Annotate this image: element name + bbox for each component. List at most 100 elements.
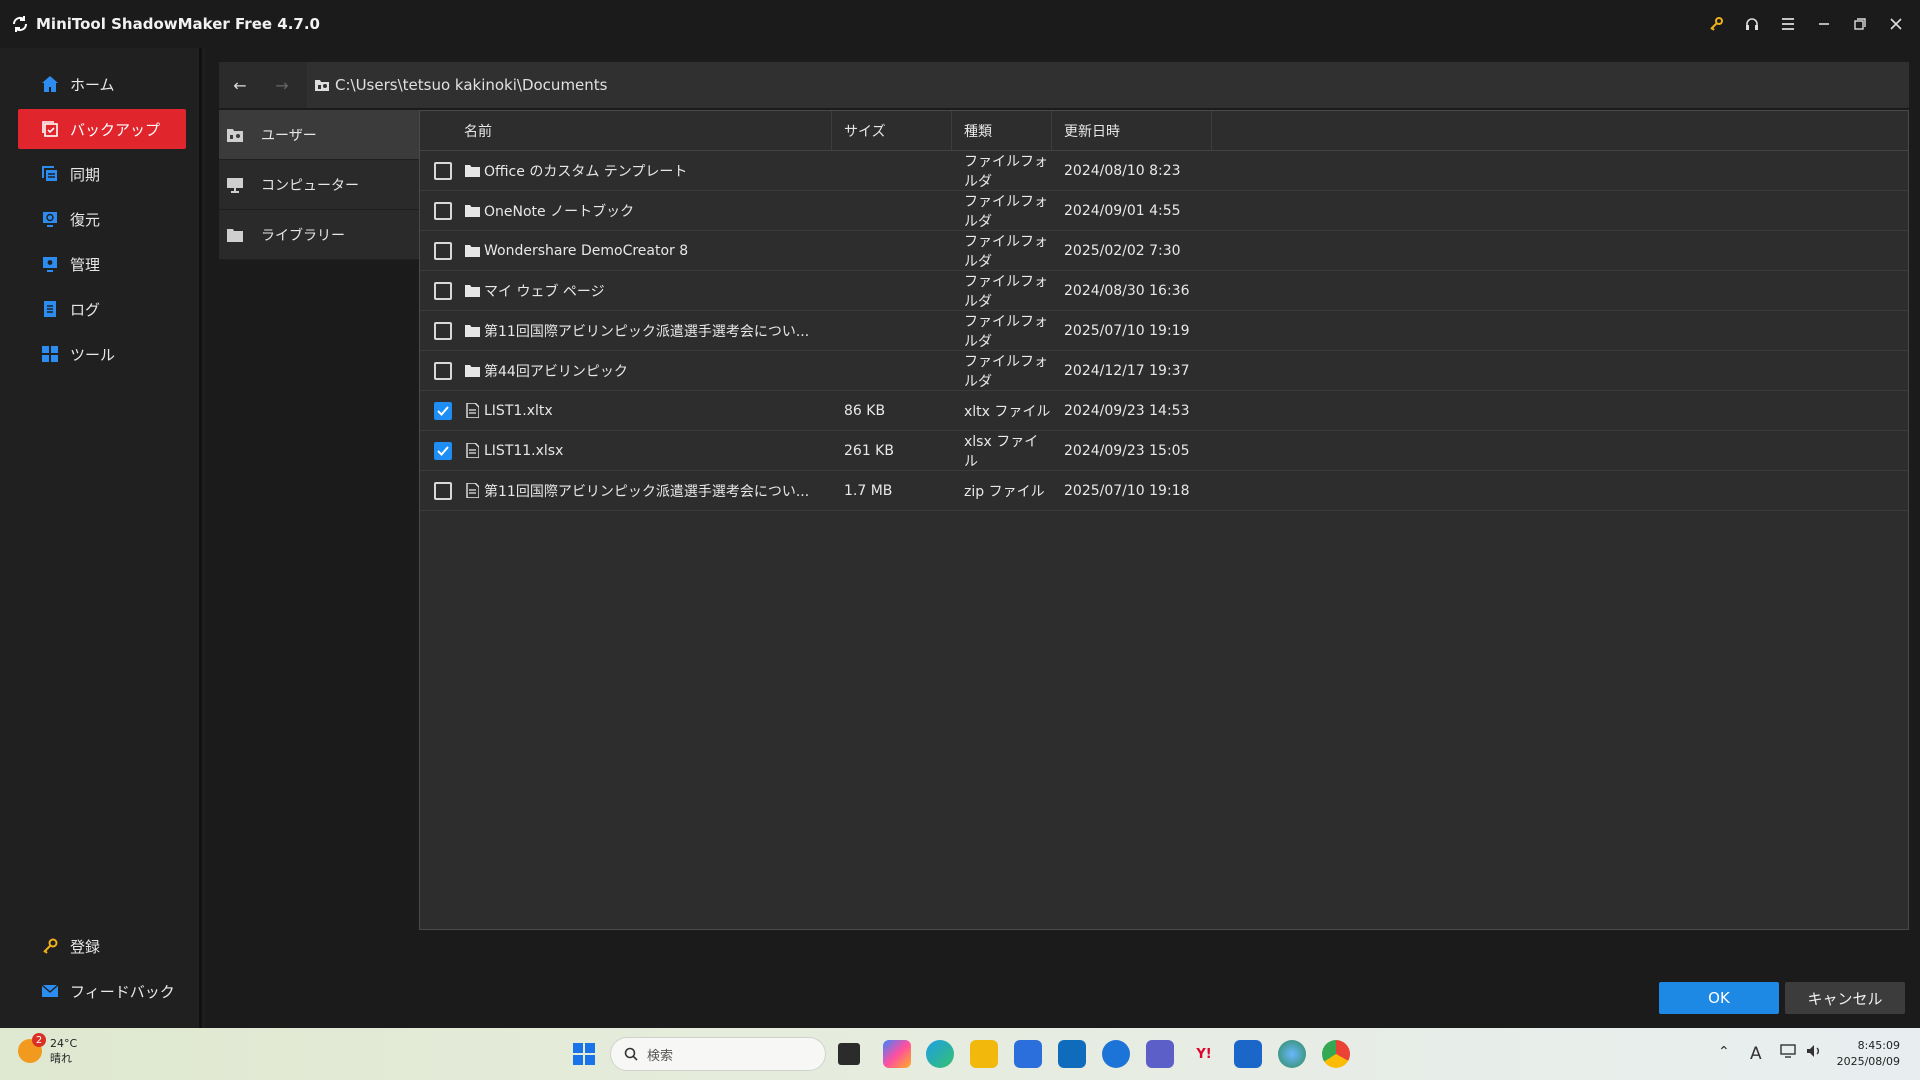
table-row[interactable]: OneNote ノートブック ファイルフォルダ 2024/09/01 4:55 — [420, 191, 1908, 231]
volume-icon[interactable] — [1806, 1044, 1822, 1058]
sidebar: ホーム バックアップ 同期 復元 管理 ログ ツール 登録 フィードバック — [0, 48, 202, 1028]
search-placeholder: 検索 — [647, 1048, 674, 1064]
cancel-button[interactable]: キャンセル — [1785, 982, 1905, 1014]
table-row[interactable]: LIST11.xlsx 261 KB xlsx ファイル 2024/09/23 15:… — [420, 431, 1908, 471]
row-checkbox[interactable] — [434, 161, 452, 180]
table-row[interactable]: Wondershare DemoCreator 8 ファイルフォルダ 2025/02… — [420, 231, 1908, 271]
column-header-type[interactable]: 種類 — [952, 111, 1052, 150]
ok-button[interactable]: OK — [1659, 982, 1779, 1014]
menu-icon[interactable] — [1770, 0, 1806, 48]
row-checkbox[interactable] — [434, 201, 452, 220]
file-type: xltx ファイル — [964, 403, 1051, 420]
current-path: C:\Users\tetsuo kakinoki\Documents — [335, 76, 608, 94]
row-checkbox[interactable] — [434, 481, 452, 500]
row-checkbox[interactable] — [434, 241, 452, 260]
file-icon — [464, 443, 480, 459]
file-explorer-icon[interactable] — [970, 1040, 998, 1068]
table-row[interactable]: 第11回国際アビリンピック派遣選手選考会につい... ファイルフォルダ 2025/0… — [420, 311, 1908, 351]
window-title: MiniTool ShadowMaker Free 4.7.0 — [36, 15, 320, 33]
file-size: 1.7 MB — [844, 482, 893, 499]
sidebar-item-tools[interactable]: ツール — [18, 334, 186, 374]
teams-icon[interactable] — [1146, 1040, 1174, 1068]
table-row[interactable]: 第44回アビリンピック ファイルフォルダ 2024/12/17 19:37 — [420, 351, 1908, 391]
table-row[interactable]: LIST1.xltx 86 KB xltx ファイル 2024/09/23 14:53 — [420, 391, 1908, 431]
table-row[interactable]: マイ ウェブ ページ ファイルフォルダ 2024/08/30 16:36 — [420, 271, 1908, 311]
windows-start-icon[interactable] — [572, 1042, 596, 1066]
temperature: 24°C — [50, 1037, 78, 1050]
shield-app-icon[interactable] — [1102, 1040, 1130, 1068]
row-checkbox[interactable] — [434, 401, 452, 420]
sidebar-item-restore[interactable]: 復元 — [18, 199, 186, 239]
title-bar: MiniTool ShadowMaker Free 4.7.0 — [0, 0, 1920, 48]
file-size: 261 KB — [844, 442, 894, 459]
task-view-icon[interactable] — [838, 1043, 860, 1065]
user-folder-icon — [313, 76, 331, 94]
source-item-user[interactable]: ユーザー — [219, 110, 419, 160]
file-type: ファイルフォルダ — [964, 153, 1048, 190]
globe-app-icon[interactable] — [1278, 1040, 1306, 1068]
row-checkbox[interactable] — [434, 361, 452, 380]
row-checkbox[interactable] — [434, 281, 452, 300]
store-icon[interactable] — [1014, 1040, 1042, 1068]
weather-condition: 晴れ — [50, 1052, 72, 1065]
path-input[interactable]: C:\Users\tetsuo kakinoki\Documents — [307, 62, 1909, 108]
sidebar-item-backup[interactable]: バックアップ — [18, 109, 186, 149]
file-name: 第11回国際アビリンピック派遣選手選考会につい... — [484, 323, 810, 340]
edge-icon[interactable] — [926, 1040, 954, 1068]
taskbar-search[interactable]: 検索 — [610, 1037, 826, 1071]
path-bar: ← → C:\Users\tetsuo kakinoki\Documents — [219, 62, 1909, 108]
outlook-icon[interactable] — [1058, 1040, 1086, 1068]
sidebar-item-register[interactable]: 登録 — [18, 926, 186, 966]
file-date: 2025/07/10 19:19 — [1064, 322, 1190, 339]
sun-icon: 2 — [18, 1033, 46, 1063]
weather-widget[interactable]: 2 24°C 晴れ — [18, 1033, 78, 1066]
table-row[interactable]: 第11回国際アビリンピック派遣選手選考会につい... 1.7 MB zip ファイル… — [420, 471, 1908, 511]
minimize-icon[interactable] — [1806, 0, 1842, 48]
file-date: 2025/07/10 19:18 — [1064, 482, 1190, 499]
table-row[interactable]: Office のカスタム テンプレート ファイルフォルダ 2024/08/10 8:… — [420, 151, 1908, 191]
back-button[interactable]: ← — [219, 62, 261, 108]
close-icon[interactable] — [1878, 0, 1914, 48]
file-date: 2024/12/17 19:37 — [1064, 362, 1190, 379]
key-icon[interactable] — [1698, 0, 1734, 48]
source-label: ライブラリー — [261, 227, 345, 244]
ime-indicator[interactable]: A — [1750, 1044, 1762, 1064]
copilot-icon[interactable] — [883, 1040, 911, 1068]
yahoo-icon[interactable]: Y! — [1190, 1040, 1218, 1068]
search-icon — [623, 1046, 639, 1062]
file-name: 第11回国際アビリンピック派遣選手選考会につい... — [484, 483, 810, 500]
forward-button[interactable]: → — [261, 62, 303, 108]
sidebar-item-feedback[interactable]: フィードバック — [18, 971, 186, 1011]
row-checkbox[interactable] — [434, 441, 452, 460]
file-size — [832, 351, 952, 390]
column-header-date[interactable]: 更新日時 — [1052, 111, 1212, 150]
file-list-header: 名前 サイズ 種類 更新日時 — [420, 111, 1908, 151]
row-checkbox[interactable] — [434, 321, 452, 340]
network-icon[interactable] — [1780, 1044, 1796, 1058]
source-item-library[interactable]: ライブラリー — [219, 210, 419, 260]
shadowmaker-icon[interactable] — [1234, 1040, 1262, 1068]
file-type: ファイルフォルダ — [964, 353, 1048, 390]
column-header-name[interactable]: 名前 — [464, 111, 832, 150]
sidebar-item-label: 登録 — [70, 937, 101, 956]
file-type: ファイルフォルダ — [964, 313, 1048, 350]
headphones-icon[interactable] — [1734, 0, 1770, 48]
sidebar-item-manage[interactable]: 管理 — [18, 244, 186, 284]
file-type: ファイルフォルダ — [964, 273, 1048, 310]
sidebar-item-home[interactable]: ホーム — [18, 64, 186, 104]
column-header-size[interactable]: サイズ — [832, 111, 952, 150]
clock-date: 2025/08/09 — [1836, 1055, 1900, 1068]
file-size — [832, 151, 952, 190]
system-clock[interactable]: 8:45:09 2025/08/09 — [1837, 1038, 1900, 1070]
source-label: ユーザー — [261, 127, 317, 144]
restore-icon[interactable] — [1842, 0, 1878, 48]
file-name: LIST1.xltx — [484, 402, 553, 419]
sidebar-item-log[interactable]: ログ — [18, 289, 186, 329]
tools-icon — [40, 344, 60, 364]
file-icon — [464, 483, 480, 499]
source-item-computer[interactable]: コンピューター — [219, 160, 419, 210]
file-name: LIST11.xlsx — [484, 442, 564, 459]
tray-overflow-icon[interactable]: ⌃ — [1718, 1044, 1730, 1060]
sidebar-item-sync[interactable]: 同期 — [18, 154, 186, 194]
chrome-icon[interactable] — [1322, 1040, 1350, 1068]
